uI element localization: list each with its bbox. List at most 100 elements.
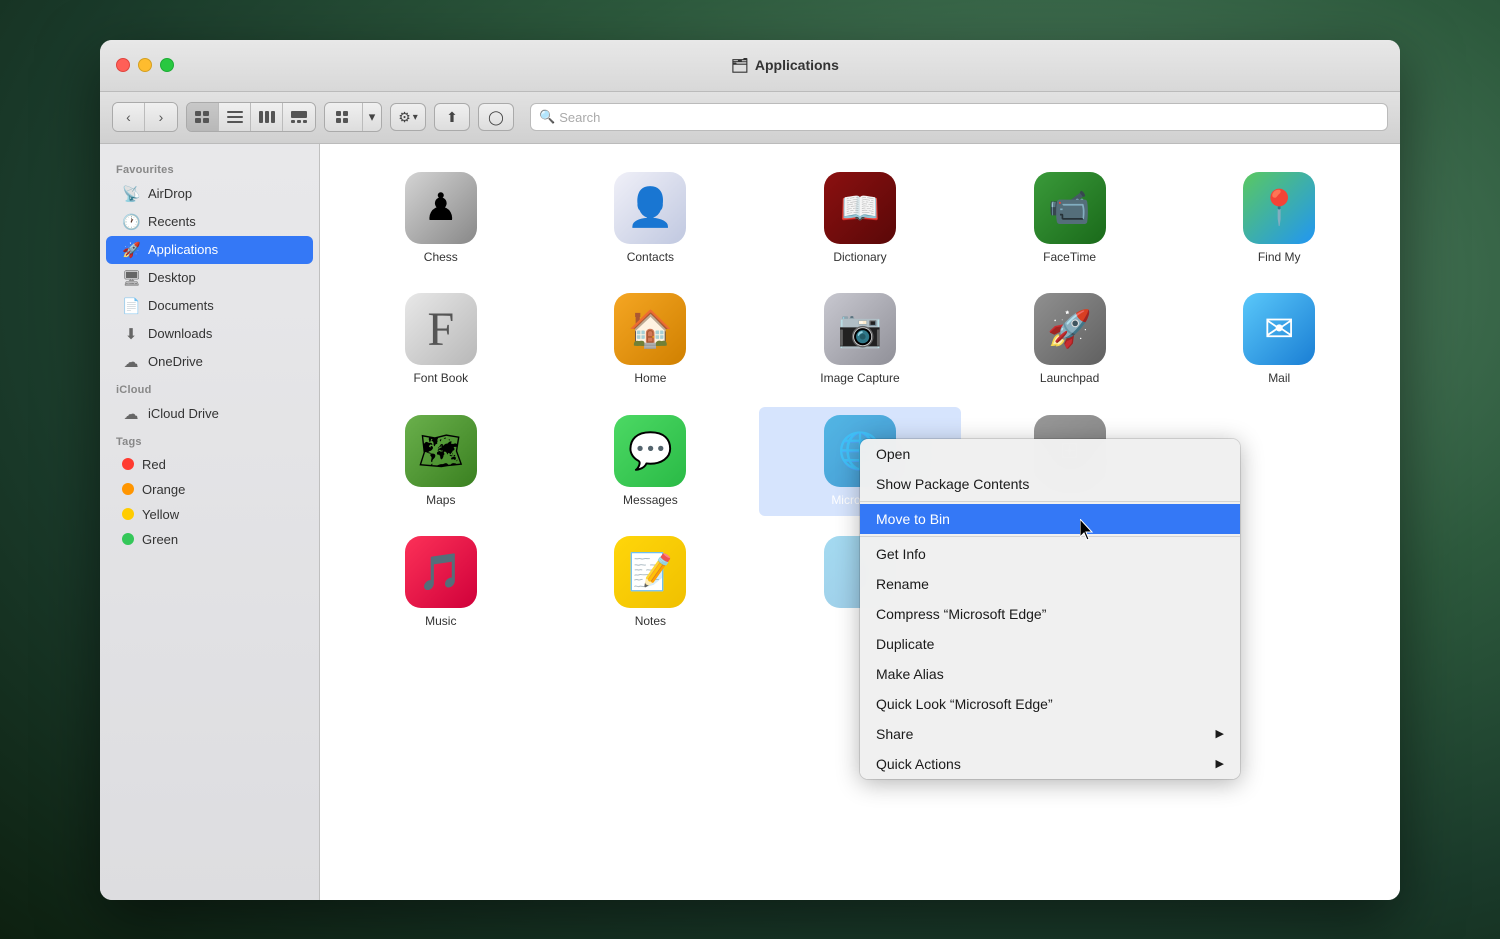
downloads-icon: ⬇ xyxy=(122,325,140,343)
title-bar: 🗂 Applications xyxy=(100,40,1400,92)
search-bar[interactable]: 🔍 Search xyxy=(530,103,1388,131)
imagecapture-label: Image Capture xyxy=(820,371,899,387)
file-item-imagecapture[interactable]: 📷 Image Capture xyxy=(759,285,961,395)
share-arrow: ▶ xyxy=(1216,727,1224,740)
context-menu-share[interactable]: Share ▶ xyxy=(860,719,1240,749)
forward-button[interactable]: › xyxy=(145,103,177,131)
file-item-contacts[interactable]: 👤 Contacts xyxy=(550,164,752,274)
context-menu-make-alias[interactable]: Make Alias xyxy=(860,659,1240,689)
file-item-music[interactable]: 🎵 Music xyxy=(340,528,542,638)
minimize-button[interactable] xyxy=(138,58,152,72)
view-list-btn[interactable] xyxy=(219,103,251,131)
sidebar-tag-green[interactable]: Green xyxy=(106,527,313,552)
traffic-lights xyxy=(116,58,174,72)
sidebar-tag-red[interactable]: Red xyxy=(106,452,313,477)
context-menu-compress[interactable]: Compress “Microsoft Edge” xyxy=(860,599,1240,629)
findmy-label: Find My xyxy=(1258,250,1301,266)
sidebar-item-desktop-label: Desktop xyxy=(148,270,196,285)
home-label: Home xyxy=(634,371,666,387)
context-menu-show-package[interactable]: Show Package Contents xyxy=(860,469,1240,499)
context-menu-duplicate[interactable]: Duplicate xyxy=(860,629,1240,659)
messages-label: Messages xyxy=(623,493,678,509)
context-menu-quick-actions[interactable]: Quick Actions ▶ xyxy=(860,749,1240,779)
context-menu-quick-look[interactable]: Quick Look “Microsoft Edge” xyxy=(860,689,1240,719)
view-column-btn[interactable] xyxy=(251,103,283,131)
maps-icon: 🗺 xyxy=(405,415,477,487)
launchpad-icon: 🚀 xyxy=(1034,293,1106,365)
sidebar-icloud-title: iCloud xyxy=(100,376,319,400)
context-separator-2 xyxy=(860,536,1240,537)
sidebar-item-desktop[interactable]: 🖥 Desktop xyxy=(106,264,313,292)
maximize-button[interactable] xyxy=(160,58,174,72)
sidebar-item-icloud-label: iCloud Drive xyxy=(148,406,219,421)
file-item-fontbook[interactable]: F Font Book xyxy=(340,285,542,395)
quick-actions-arrow: ▶ xyxy=(1216,757,1224,770)
sidebar-item-downloads[interactable]: ⬇ Downloads xyxy=(106,320,313,348)
context-menu-get-info[interactable]: Get Info xyxy=(860,539,1240,569)
context-menu-move-to-bin[interactable]: Move to Bin xyxy=(860,504,1240,534)
context-menu: Open Show Package Contents Move to Bin G… xyxy=(860,439,1240,779)
airdrop-icon: 📡 xyxy=(122,185,140,203)
file-item-home[interactable]: 🏠 Home xyxy=(550,285,752,395)
share-btn[interactable]: ⬆ xyxy=(434,103,470,131)
findmy-icon: 📍 xyxy=(1243,172,1315,244)
search-icon: 🔍 xyxy=(539,109,555,125)
sidebar-item-icloud[interactable]: ☁ iCloud Drive xyxy=(106,400,313,428)
sidebar-item-applications-label: Applications xyxy=(148,242,218,257)
dictionary-icon: 📖 xyxy=(824,172,896,244)
sidebar-tag-orange[interactable]: Orange xyxy=(106,477,313,502)
notes-label: Notes xyxy=(635,614,666,630)
search-placeholder: Search xyxy=(559,110,600,125)
desktop-icon: 🖥 xyxy=(122,269,140,287)
file-item-messages[interactable]: 💬 Messages xyxy=(550,407,752,517)
sidebar-tag-red-label: Red xyxy=(142,457,166,472)
sidebar-item-documents[interactable]: 📄 Documents xyxy=(106,292,313,320)
sort-grid-btn[interactable] xyxy=(325,103,363,131)
sidebar-tags-title: Tags xyxy=(100,428,319,452)
view-buttons xyxy=(186,102,316,132)
sidebar-tag-yellow[interactable]: Yellow xyxy=(106,502,313,527)
main-area: Favourites 📡 AirDrop 🕐 Recents 🚀 Applica… xyxy=(100,144,1400,900)
dictionary-label: Dictionary xyxy=(833,250,886,266)
green-tag-dot xyxy=(122,533,134,545)
music-label: Music xyxy=(425,614,456,630)
sidebar-item-applications[interactable]: 🚀 Applications xyxy=(106,236,313,264)
context-menu-open[interactable]: Open xyxy=(860,439,1240,469)
red-tag-dot xyxy=(122,458,134,470)
sidebar-item-onedrive[interactable]: ☁ OneDrive xyxy=(106,348,313,376)
yellow-tag-dot xyxy=(122,508,134,520)
mail-icon: ✉ xyxy=(1243,293,1315,365)
sidebar-item-documents-label: Documents xyxy=(148,298,214,313)
file-item-mail[interactable]: ✉ Mail xyxy=(1178,285,1380,395)
view-gallery-btn[interactable] xyxy=(283,103,315,131)
music-icon: 🎵 xyxy=(405,536,477,608)
chess-icon: ♟ xyxy=(405,172,477,244)
sidebar-item-recents[interactable]: 🕐 Recents xyxy=(106,208,313,236)
documents-icon: 📄 xyxy=(122,297,140,315)
action-gear-btn[interactable]: ⚙ ▾ xyxy=(390,103,426,131)
file-item-notes[interactable]: 📝 Notes xyxy=(550,528,752,638)
file-item-facetime[interactable]: 📹 FaceTime xyxy=(969,164,1171,274)
tag-btn[interactable]: ◯ xyxy=(478,103,514,131)
applications-icon: 🚀 xyxy=(122,241,140,259)
close-button[interactable] xyxy=(116,58,130,72)
fontbook-icon: F xyxy=(405,293,477,365)
view-icon-btn[interactable] xyxy=(187,103,219,131)
nav-buttons: ‹ › xyxy=(112,102,178,132)
file-item-findmy[interactable]: 📍 Find My xyxy=(1178,164,1380,274)
toolbar: ‹ › xyxy=(100,92,1400,144)
facetime-label: FaceTime xyxy=(1043,250,1096,266)
file-item-launchpad[interactable]: 🚀 Launchpad xyxy=(969,285,1171,395)
recents-icon: 🕐 xyxy=(122,213,140,231)
window-title-icon: 🗂 xyxy=(731,57,749,74)
file-item-dictionary[interactable]: 📖 Dictionary xyxy=(759,164,961,274)
sidebar-item-airdrop[interactable]: 📡 AirDrop xyxy=(106,180,313,208)
context-menu-rename[interactable]: Rename xyxy=(860,569,1240,599)
sidebar-item-downloads-label: Downloads xyxy=(148,326,212,341)
file-item-chess[interactable]: ♟ Chess xyxy=(340,164,542,274)
back-button[interactable]: ‹ xyxy=(113,103,145,131)
file-item-maps[interactable]: 🗺 Maps xyxy=(340,407,542,517)
sidebar: Favourites 📡 AirDrop 🕐 Recents 🚀 Applica… xyxy=(100,144,320,900)
orange-tag-dot xyxy=(122,483,134,495)
sort-dropdown-btn[interactable]: ▾ xyxy=(363,103,381,131)
